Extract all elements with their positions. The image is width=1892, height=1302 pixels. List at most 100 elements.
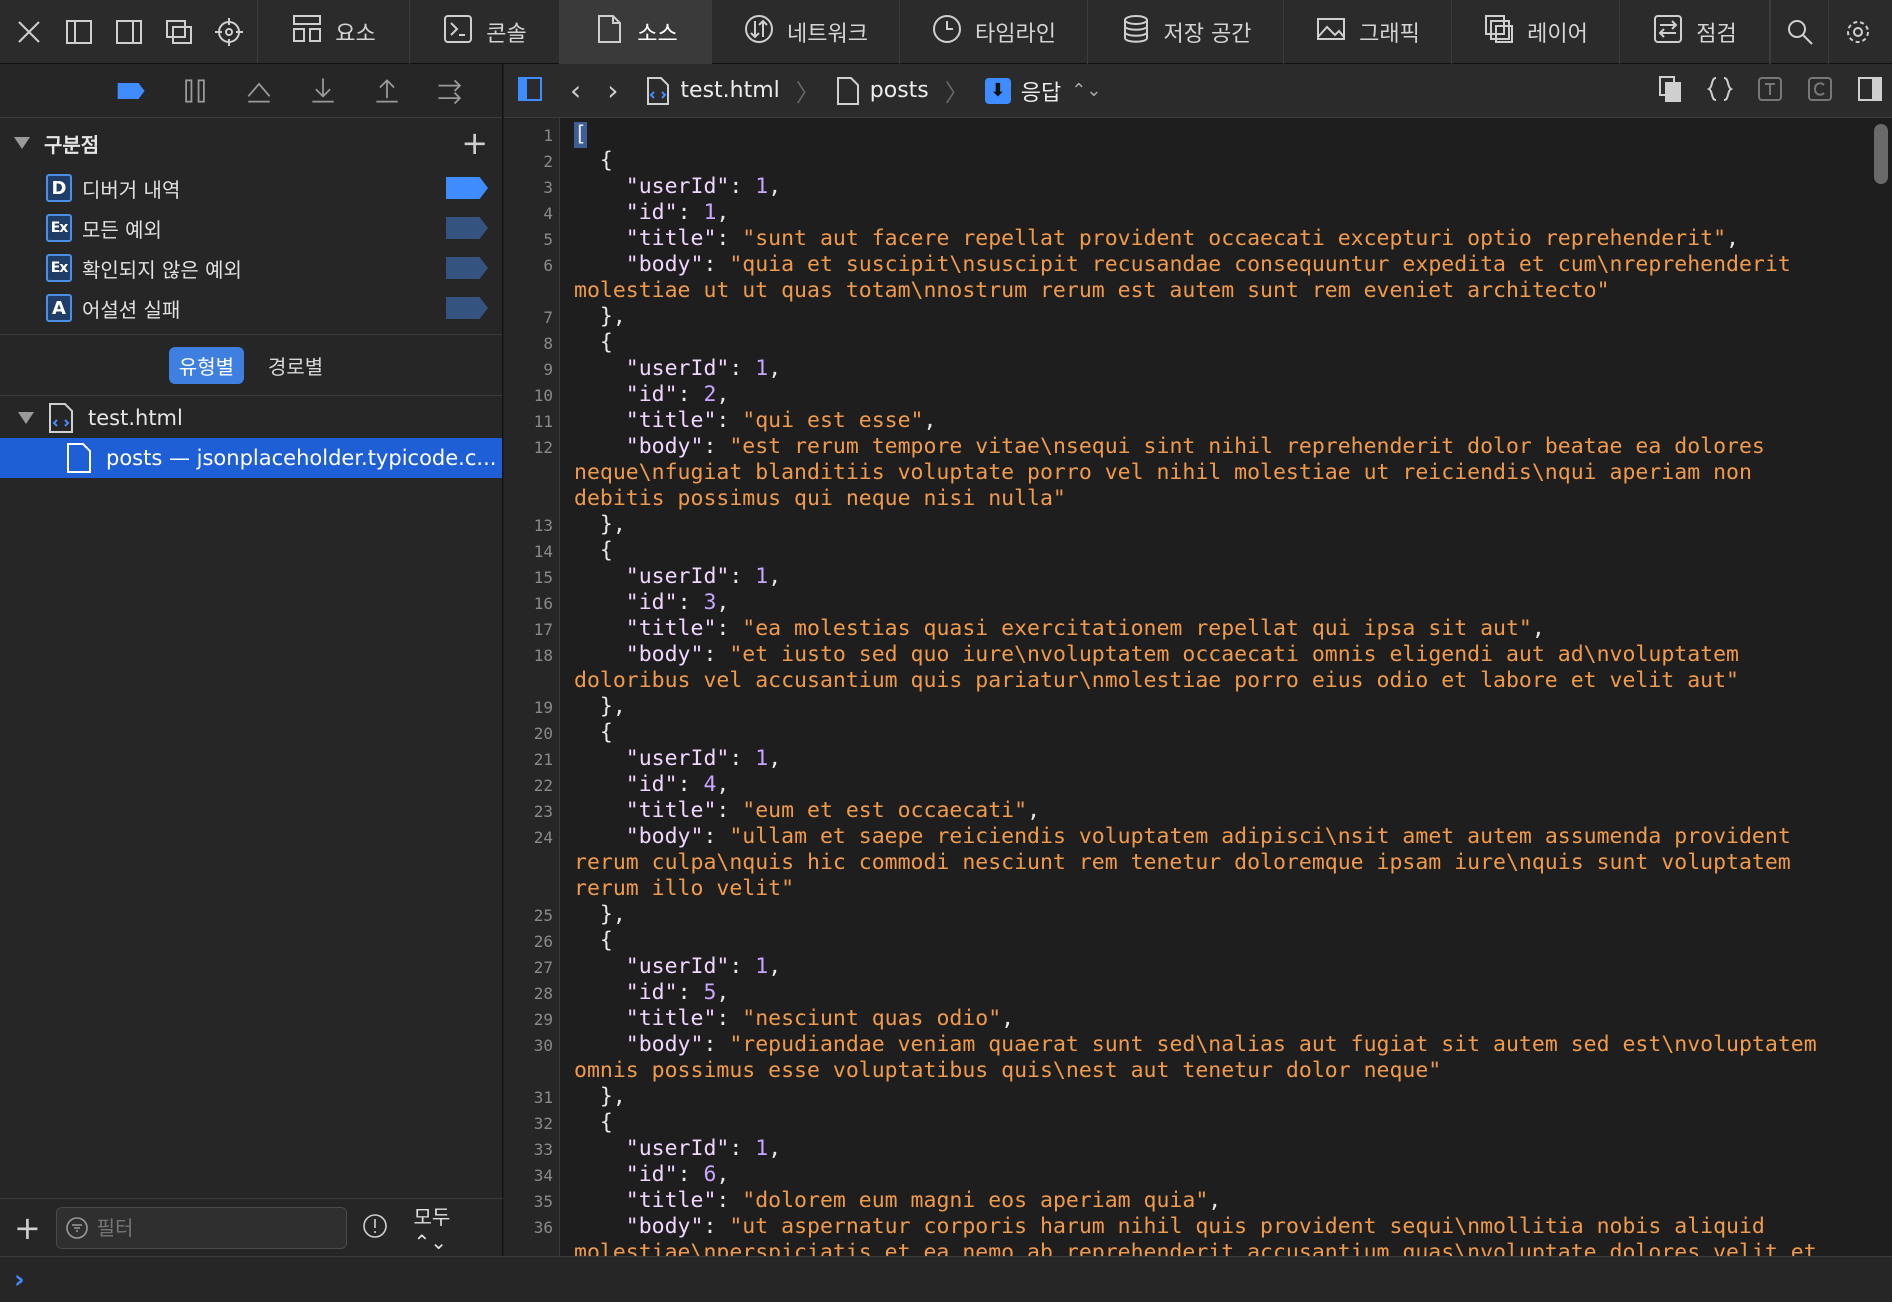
vertical-scrollbar[interactable] bbox=[1874, 124, 1888, 184]
type-icon[interactable] bbox=[1756, 75, 1784, 107]
audit-icon bbox=[1652, 13, 1684, 51]
code-line: }, bbox=[574, 1084, 626, 1109]
breadcrumb-separator: 〉 bbox=[795, 79, 820, 107]
disclosure-triangle-icon[interactable] bbox=[14, 137, 30, 149]
forward-button[interactable]: › bbox=[607, 74, 618, 107]
details-sidebar-icon[interactable] bbox=[1856, 75, 1884, 107]
back-button[interactable]: ‹ bbox=[570, 74, 581, 107]
content-tools bbox=[1656, 75, 1892, 107]
tab-storage[interactable]: 저장 공간 bbox=[1088, 0, 1284, 64]
code-line: neque\nfugiat blanditiis voluptate porro… bbox=[574, 460, 1752, 485]
line-number: 7 bbox=[543, 308, 553, 327]
breakpoints-header[interactable]: 구분점 + bbox=[0, 118, 502, 168]
response-mode-select[interactable]: 응답 bbox=[1021, 75, 1061, 107]
tree-item-file[interactable]: test.html bbox=[0, 398, 502, 438]
tab-label: 타임라인 bbox=[975, 22, 1056, 47]
coverage-icon[interactable] bbox=[1806, 75, 1834, 107]
tab-layers[interactable]: 레이어 bbox=[1452, 0, 1620, 64]
group-by-path-option[interactable]: 경로별 bbox=[258, 347, 333, 384]
detach-window-icon[interactable] bbox=[164, 17, 194, 47]
line-number-gutter: 1 2 3 4 5 6 7 8 9 10 11 12 13 14 15 16 17 18 19 20 21 22 23 24 2… bbox=[504, 118, 560, 1256]
sidebar-footer: + 모두 ⌃⌄ bbox=[0, 1198, 503, 1256]
code-line: "title": "nesciunt quas odio", bbox=[625, 1006, 1015, 1031]
breakpoint-flag-icon[interactable] bbox=[446, 257, 488, 279]
code-line: }, bbox=[574, 902, 626, 927]
step-over-icon[interactable] bbox=[241, 73, 277, 109]
code-line: { bbox=[574, 720, 613, 745]
line-number: 25 bbox=[533, 906, 553, 925]
line-number: 36 bbox=[533, 1218, 553, 1237]
scope-select[interactable]: 모두 ⌃⌄ bbox=[413, 1201, 489, 1254]
search-icon[interactable] bbox=[1770, 0, 1828, 64]
warning-filter-icon[interactable] bbox=[361, 1212, 389, 1244]
code-line: "id": 2, bbox=[625, 382, 730, 407]
breakpoint-item[interactable]: D 디버거 내역 bbox=[0, 168, 502, 208]
code-line: { bbox=[574, 1110, 613, 1135]
sidebar-toggle-icon[interactable] bbox=[516, 75, 544, 107]
disclosure-triangle-icon[interactable] bbox=[18, 412, 34, 424]
pretty-print-icon[interactable] bbox=[1706, 75, 1734, 107]
top-toolbar: 요소 콘솔 소스 네트워크 타임라인 저장 공간 그래픽 레이어 점검 bbox=[0, 0, 1892, 64]
breakpoint-flag-icon[interactable] bbox=[446, 177, 488, 199]
chevron-updown-icon[interactable]: ⌃⌄ bbox=[1071, 80, 1101, 101]
tab-elements[interactable]: 요소 bbox=[258, 0, 410, 64]
breakpoint-flag-icon[interactable] bbox=[446, 217, 488, 239]
step-out-icon[interactable] bbox=[369, 73, 405, 109]
pause-icon[interactable] bbox=[177, 73, 213, 109]
code-line: "title": "eum et est occaecati", bbox=[625, 798, 1041, 823]
copy-icon[interactable] bbox=[1656, 75, 1684, 107]
document-icon bbox=[836, 76, 859, 105]
code-line: { bbox=[574, 928, 613, 953]
code-line: "body": "quia et suscipit\nsuscipit recu… bbox=[625, 252, 1791, 277]
tab-timeline[interactable]: 타임라인 bbox=[900, 0, 1088, 64]
line-number: 14 bbox=[533, 542, 553, 561]
line-number: 13 bbox=[533, 516, 553, 535]
dock-right-icon[interactable] bbox=[114, 17, 144, 47]
dock-left-icon[interactable] bbox=[64, 17, 94, 47]
group-by-type-option[interactable]: 유형별 bbox=[168, 346, 244, 384]
gear-icon[interactable] bbox=[1828, 0, 1886, 64]
add-breakpoint-button[interactable]: + bbox=[461, 127, 488, 159]
close-icon[interactable] bbox=[14, 17, 44, 47]
topbar-actions bbox=[1770, 0, 1886, 64]
code-line: "userId": 1, bbox=[625, 356, 782, 381]
filter-field[interactable] bbox=[55, 1206, 348, 1249]
breakpoint-flag-icon[interactable] bbox=[446, 297, 488, 319]
tab-audit[interactable]: 점검 bbox=[1620, 0, 1770, 64]
code-editor[interactable]: 1 2 3 4 5 6 7 8 9 10 11 12 13 14 15 16 17 18 19 20 21 22 23 24 2… bbox=[504, 118, 1892, 1256]
continue-icon[interactable] bbox=[433, 73, 469, 109]
code-line: { bbox=[574, 148, 613, 173]
code-line: "title": "ea molestias quasi exercitatio… bbox=[625, 616, 1545, 641]
console-prompt-bar[interactable]: › bbox=[0, 1256, 1892, 1302]
tab-network[interactable]: 네트워크 bbox=[712, 0, 900, 64]
breadcrumb-resource[interactable]: posts bbox=[870, 78, 929, 103]
breadcrumb-separator: 〉 bbox=[944, 79, 969, 107]
element-picker-icon[interactable] bbox=[214, 17, 244, 47]
add-button[interactable]: + bbox=[14, 1209, 42, 1247]
code-line: molestiae ut ut quas totam\nnostrum reru… bbox=[574, 278, 1610, 303]
tab-label: 점검 bbox=[1696, 22, 1737, 47]
network-icon bbox=[743, 13, 775, 51]
window-controls bbox=[0, 0, 258, 63]
breakpoint-type-icon: D bbox=[46, 174, 72, 202]
tab-sources[interactable]: 소스 bbox=[560, 0, 712, 64]
step-into-icon[interactable] bbox=[305, 73, 341, 109]
line-number: 35 bbox=[533, 1192, 553, 1211]
code-line: "id": 1, bbox=[625, 200, 730, 225]
html-file-icon bbox=[48, 402, 74, 434]
tab-console[interactable]: 콘솔 bbox=[410, 0, 560, 64]
line-number: 19 bbox=[533, 698, 553, 717]
breakpoint-item[interactable]: Ex 모든 예외 bbox=[0, 208, 502, 248]
breadcrumb-file[interactable]: test.html bbox=[680, 78, 779, 103]
line-number: 10 bbox=[533, 386, 553, 405]
breakpoint-item[interactable]: Ex 확인되지 않은 예외 bbox=[0, 248, 502, 288]
tab-graphics[interactable]: 그래픽 bbox=[1284, 0, 1452, 64]
console-icon bbox=[442, 13, 474, 51]
breakpoint-item[interactable]: A 어설션 실패 bbox=[0, 288, 502, 328]
code-line: }, bbox=[574, 694, 626, 719]
code-line: "id": 3, bbox=[625, 590, 730, 615]
breakpoints-toggle-icon[interactable] bbox=[113, 73, 149, 109]
filter-input[interactable] bbox=[96, 1215, 317, 1240]
tree-item-resource[interactable]: posts — jsonplaceholder.typicode.c... bbox=[0, 438, 502, 478]
breakpoint-type-icon: Ex bbox=[46, 254, 72, 282]
